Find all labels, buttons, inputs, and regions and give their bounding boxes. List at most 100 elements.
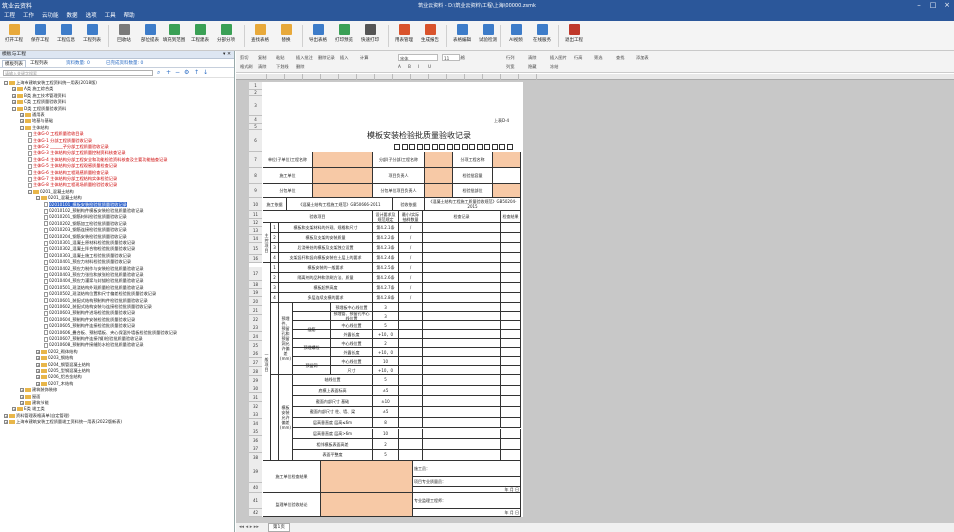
edit-tool[interactable]: 格式刷 [240, 63, 253, 70]
form-cell[interactable]: 3 [271, 243, 279, 253]
toolbar-button[interactable]: 生成报告 [418, 24, 442, 48]
form-cell[interactable]: 截面内部尺寸 基础 [293, 396, 373, 408]
form-cell[interactable]: 2 [373, 439, 399, 450]
expand-icon[interactable]: + [4, 420, 8, 425]
form-cell[interactable]: 尺寸 [331, 366, 373, 375]
form-cell[interactable]: 专业监理工程师： [413, 493, 521, 509]
form-cell[interactable] [425, 184, 453, 198]
toolbar-button[interactable]: 填充到范围 [162, 24, 186, 48]
result-cell[interactable] [501, 396, 521, 408]
column-header-cell[interactable] [339, 74, 357, 80]
edit-tool[interactable]: 查找 [616, 54, 624, 61]
form-cell[interactable]: 分项工程名称 [453, 152, 493, 168]
form-cell[interactable]: 第4.2.5条 [373, 263, 399, 273]
edit-tool[interactable]: 添加表 [636, 54, 649, 61]
record-cell[interactable] [423, 339, 501, 348]
edit-tool[interactable]: 筛选 [594, 54, 602, 61]
form-cell[interactable] [313, 184, 373, 198]
row-number[interactable]: 21 [249, 306, 262, 315]
form-cell[interactable]: / [399, 293, 423, 303]
form-cell[interactable]: 1 [271, 263, 279, 273]
record-cell[interactable] [423, 303, 501, 312]
edit-tool[interactable]: 复制 [258, 54, 266, 61]
toolbar-button[interactable]: 导出表格 [306, 24, 330, 48]
row-number[interactable]: 23 [249, 323, 262, 332]
result-cell[interactable] [501, 303, 521, 312]
record-cell[interactable] [423, 396, 501, 408]
menu-item[interactable]: 选项 [82, 11, 101, 21]
result-cell[interactable] [501, 348, 521, 357]
form-cell[interactable]: 相邻模板表面高差 [293, 439, 373, 450]
form-cell[interactable]: 预埋螺栓 [293, 339, 331, 357]
expand-icon[interactable]: - [28, 189, 32, 194]
move-down-icon[interactable]: ↓ [203, 69, 208, 76]
tree-node[interactable]: + 上海市建筑安装工程质量竣工资料统一用表(2022版新表) [4, 418, 122, 425]
result-cell[interactable] [501, 449, 521, 461]
row-number[interactable]: 3 [249, 96, 262, 116]
input-box[interactable] [499, 144, 505, 150]
record-cell[interactable] [423, 312, 501, 321]
row-number[interactable]: 28 [249, 367, 262, 376]
row-number[interactable]: 26 [249, 349, 262, 358]
form-cell[interactable]: 层高垂直度 层高≤6m [293, 417, 373, 429]
menu-item[interactable]: 帮助 [120, 11, 139, 21]
edit-tool[interactable]: 删除 [296, 63, 304, 70]
form-cell[interactable]: 模板及支架的安装质量 [279, 233, 373, 243]
input-box[interactable] [484, 144, 490, 150]
form-cell[interactable] [321, 493, 413, 517]
row-number[interactable]: 24 [249, 332, 262, 341]
expand-icon[interactable]: + [36, 349, 40, 354]
row-number[interactable]: 9 [249, 184, 262, 198]
nav-arrows-icon[interactable]: ◂◂ ◂ ▸ ▸▸ [239, 524, 259, 530]
menu-item[interactable]: 工具 [101, 11, 120, 21]
tab-projects[interactable]: 工程列表 [28, 60, 50, 67]
row-number[interactable]: 19 [249, 289, 262, 297]
form-cell[interactable]: 施工单位检查结果 [263, 461, 321, 493]
record-cell[interactable] [423, 366, 501, 375]
input-box[interactable] [424, 144, 430, 150]
form-cell[interactable]: 检查结果 [501, 211, 521, 223]
form-cell[interactable]: 10 [373, 428, 399, 440]
form-cell[interactable]: 检验批部位 [453, 184, 493, 198]
row-number[interactable]: 4 [249, 116, 262, 124]
toolbar-button[interactable]: 用表管理 [392, 24, 416, 48]
row-number[interactable]: 11 [249, 211, 262, 219]
toolbar-button[interactable]: 保存工程 [28, 24, 52, 48]
edit-tool[interactable]: A [398, 63, 401, 70]
column-header-cell[interactable] [501, 74, 519, 80]
sample-cell[interactable] [399, 385, 423, 397]
sample-cell[interactable] [399, 357, 423, 366]
expand-icon[interactable]: + [4, 413, 8, 418]
form-cell[interactable]: / [399, 243, 423, 253]
form-cell[interactable]: / [399, 283, 423, 293]
form-cell[interactable]: 分包单位项目负责人 [373, 184, 425, 198]
form-cell[interactable]: ±5 [373, 385, 399, 397]
toolbar-button[interactable]: 打印预览 [332, 24, 356, 48]
input-box[interactable] [476, 144, 483, 150]
result-cell[interactable] [501, 253, 521, 263]
form-cell[interactable]: 外露长度 [331, 330, 373, 339]
form-cell[interactable]: 2 [271, 273, 279, 283]
result-cell[interactable] [501, 243, 521, 253]
form-cell[interactable]: 轴线位置 [293, 375, 373, 386]
toolbar-button[interactable]: 替换 [274, 24, 298, 48]
form-cell[interactable]: 模板起拱高度 [279, 283, 373, 293]
maximize-icon[interactable]: □ [926, 0, 940, 11]
toolbar-button[interactable]: 查找表格 [248, 24, 272, 48]
toolbar-button[interactable]: 分部分项 [214, 24, 238, 48]
record-cell[interactable] [423, 357, 501, 366]
form-cell[interactable]: 主控项目 [263, 223, 271, 263]
edit-tool[interactable]: 行高 [574, 54, 582, 61]
toolbar-button[interactable]: 工程信息 [54, 24, 78, 48]
expand-icon[interactable]: + [36, 356, 40, 361]
form-cell[interactable]: 5 [373, 449, 399, 461]
sample-cell[interactable] [399, 321, 423, 330]
edit-tool[interactable]: 粘贴 [276, 54, 284, 61]
form-cell[interactable] [425, 152, 453, 168]
sample-cell[interactable] [399, 312, 423, 321]
row-number[interactable]: 12 [249, 219, 262, 227]
edit-tool[interactable]: 插入图片 [550, 54, 567, 61]
form-cell[interactable]: ±10 [373, 396, 399, 408]
column-header-cell[interactable] [393, 74, 411, 80]
form-cell[interactable]: / [399, 223, 423, 233]
